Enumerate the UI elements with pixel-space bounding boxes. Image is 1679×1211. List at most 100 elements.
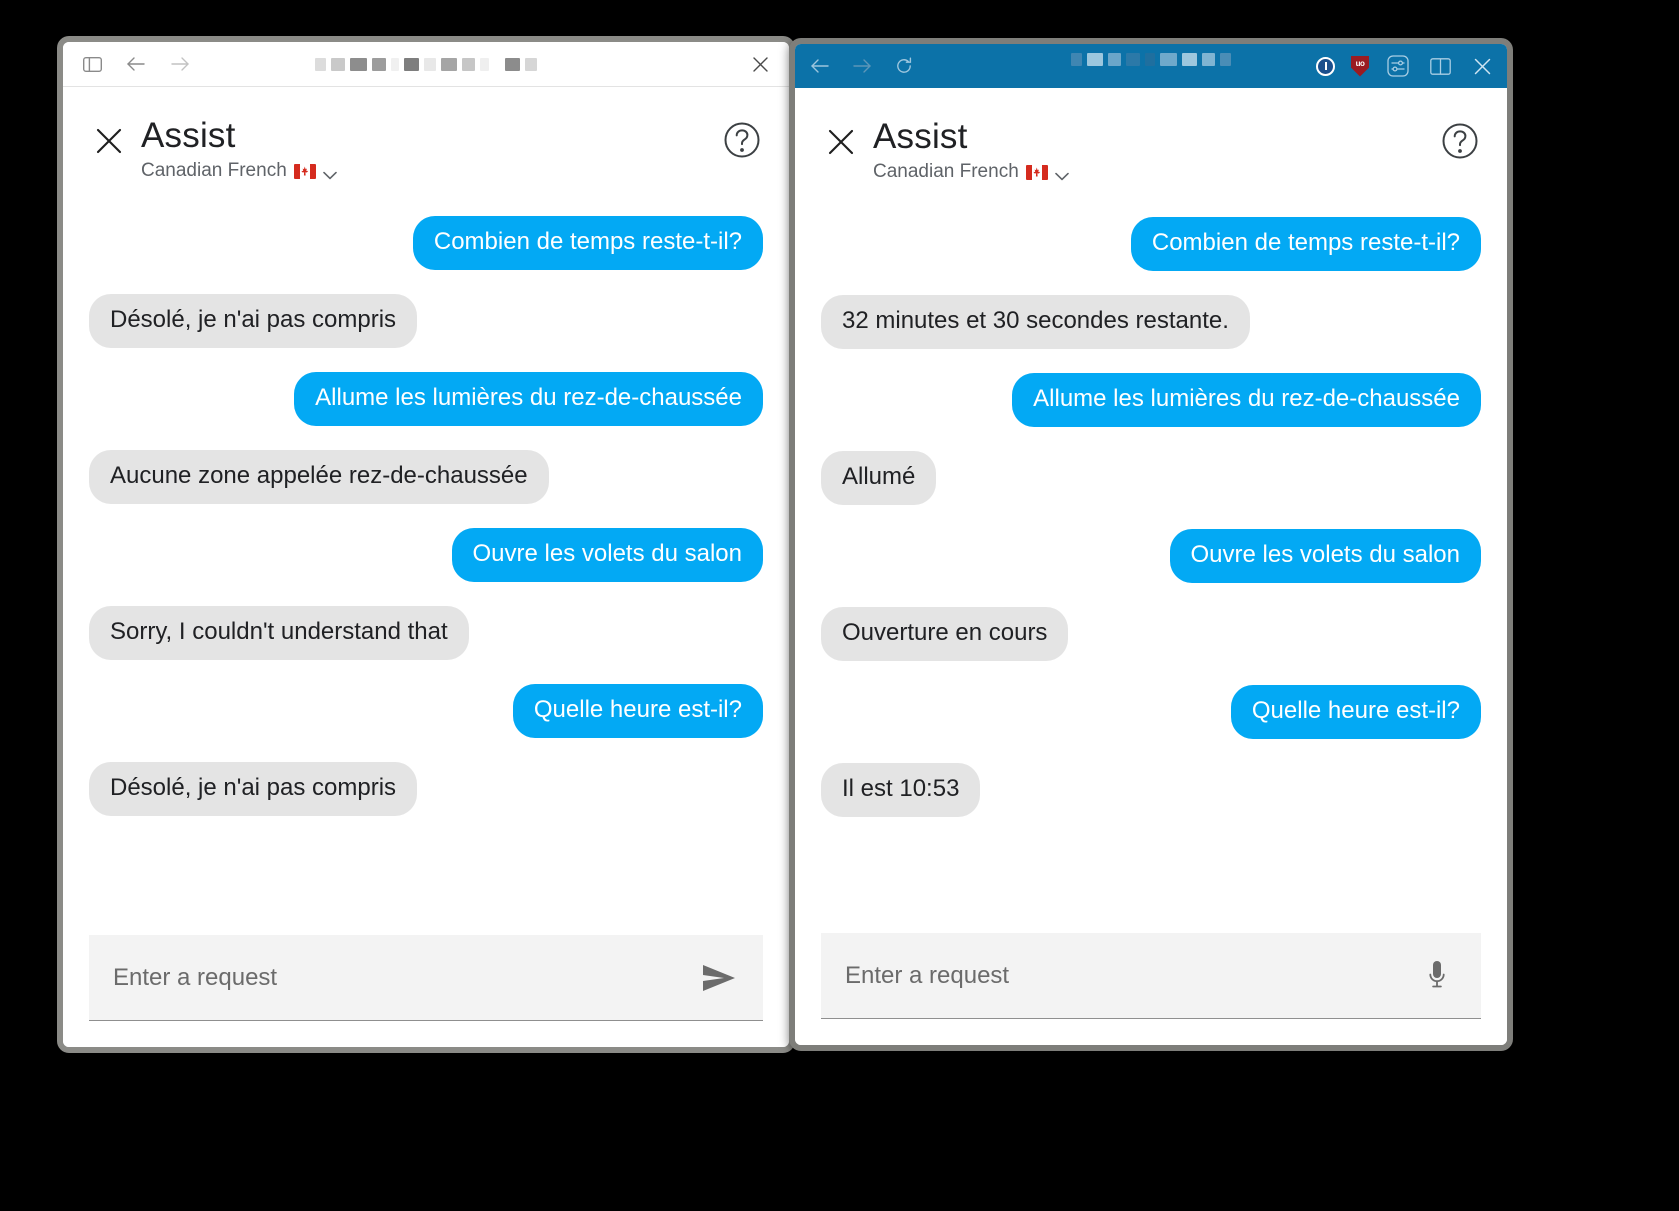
message-row: Quelle heure est-il? bbox=[821, 685, 1481, 739]
message-row: Allumé bbox=[821, 451, 1481, 505]
redaction-block bbox=[1126, 53, 1140, 66]
redaction-block bbox=[1087, 53, 1103, 66]
language-selector[interactable]: Canadian French bbox=[873, 161, 1069, 183]
microphone-icon[interactable] bbox=[1417, 956, 1457, 996]
message-row: Quelle heure est-il? bbox=[89, 684, 763, 738]
request-input-bar[interactable]: Enter a request bbox=[89, 935, 763, 1021]
message-row: Ouverture en cours bbox=[821, 607, 1481, 661]
language-label: Canadian French bbox=[873, 161, 1019, 182]
redaction-block bbox=[462, 57, 475, 71]
message-row: Ouvre les volets du salon bbox=[821, 529, 1481, 583]
redaction-block bbox=[505, 57, 520, 71]
browser-toolbar-left bbox=[63, 42, 789, 87]
redaction-block bbox=[1202, 53, 1215, 66]
user-message-bubble: Combien de temps reste-t-il? bbox=[412, 216, 763, 270]
redaction-block bbox=[480, 57, 489, 71]
help-circle-icon[interactable] bbox=[1439, 120, 1481, 162]
split-view-icon[interactable] bbox=[1427, 53, 1453, 79]
user-message-bubble: Ouvre les volets du salon bbox=[451, 528, 763, 582]
message-row: Désolé, je n'ai pas compris bbox=[89, 762, 763, 816]
redaction-block bbox=[350, 57, 367, 71]
user-message-bubble: Quelle heure est-il? bbox=[1230, 685, 1481, 739]
navigation-controls-right bbox=[807, 53, 917, 79]
message-row: Aucune zone appelée rez-de-chaussée bbox=[89, 450, 763, 504]
message-row: Ouvre les volets du salon bbox=[89, 528, 763, 582]
input-area-right: Enter a request bbox=[795, 933, 1507, 1045]
assistant-message-bubble: Sorry, I couldn't understand that bbox=[89, 606, 469, 660]
assistant-message-bubble: Il est 10:53 bbox=[821, 763, 981, 817]
help-circle-icon[interactable] bbox=[721, 119, 763, 161]
message-row: Allume les lumières du rez-de-chaussée bbox=[821, 373, 1481, 427]
redaction-block bbox=[1145, 53, 1155, 66]
assist-titles-left: Assist Canadian French bbox=[141, 115, 337, 182]
assist-header-left: Assist Canadian French bbox=[63, 87, 789, 182]
search-input[interactable]: Enter a request bbox=[113, 964, 699, 992]
ublock-origin-icon[interactable]: uo bbox=[1351, 55, 1369, 77]
send-icon[interactable] bbox=[699, 958, 739, 998]
search-input[interactable]: Enter a request bbox=[845, 962, 1417, 990]
message-row: 32 minutes et 30 secondes restante. bbox=[821, 295, 1481, 349]
chevron-down-icon[interactable] bbox=[1054, 168, 1069, 180]
page-title: Assist bbox=[141, 116, 236, 155]
conversation-left: Combien de temps reste-t-il? Désolé, je … bbox=[63, 182, 789, 935]
close-icon[interactable] bbox=[747, 51, 773, 77]
desktop-background: Assist Canadian French Combien de temps … bbox=[0, 0, 1679, 1211]
assist-close-icon[interactable] bbox=[89, 121, 129, 161]
canada-flag-icon bbox=[1025, 164, 1048, 180]
extension-settings-icon[interactable] bbox=[1385, 53, 1411, 79]
assistant-message-bubble: Ouverture en cours bbox=[821, 607, 1069, 661]
assist-titles-right: Assist Canadian French bbox=[873, 116, 1069, 183]
redaction-block bbox=[441, 57, 457, 71]
browser-window-right: uo Assist Canadian French Combien de tem… bbox=[789, 38, 1513, 1051]
navigation-controls-left bbox=[79, 51, 193, 77]
request-input-bar[interactable]: Enter a request bbox=[821, 933, 1481, 1019]
user-message-bubble: Quelle heure est-il? bbox=[512, 684, 763, 738]
assistant-message-bubble: 32 minutes et 30 secondes restante. bbox=[821, 295, 1250, 349]
assistant-message-bubble: Désolé, je n'ai pas compris bbox=[89, 294, 418, 348]
redaction-block bbox=[1071, 53, 1082, 66]
close-icon[interactable] bbox=[1469, 53, 1495, 79]
1password-icon[interactable] bbox=[1316, 56, 1335, 76]
back-arrow-icon[interactable] bbox=[807, 53, 833, 79]
redaction-block bbox=[525, 57, 537, 71]
redaction-block bbox=[1220, 53, 1231, 66]
message-row: Sorry, I couldn't understand that bbox=[89, 606, 763, 660]
message-row: Désolé, je n'ai pas compris bbox=[89, 294, 763, 348]
assistant-message-bubble: Allumé bbox=[821, 451, 937, 505]
user-message-bubble: Allume les lumières du rez-de-chaussée bbox=[1012, 373, 1481, 427]
back-arrow-icon[interactable] bbox=[123, 51, 149, 77]
redaction-block bbox=[1160, 53, 1177, 66]
sidebar-toggle-icon[interactable] bbox=[79, 51, 105, 77]
chevron-down-icon[interactable] bbox=[322, 167, 337, 179]
message-row: Il est 10:53 bbox=[821, 763, 1481, 817]
message-row: Allume les lumières du rez-de-chaussée bbox=[89, 372, 763, 426]
toolbar-extensions-right: uo bbox=[1316, 53, 1495, 79]
redaction-block bbox=[404, 57, 419, 71]
redaction-block bbox=[494, 57, 500, 71]
browser-toolbar-right: uo bbox=[795, 44, 1507, 88]
assistant-message-bubble: Aucune zone appelée rez-de-chaussée bbox=[89, 450, 549, 504]
redaction-block bbox=[391, 57, 399, 71]
redaction-block bbox=[1108, 53, 1121, 66]
input-area-left: Enter a request bbox=[63, 935, 789, 1047]
reload-icon[interactable] bbox=[891, 53, 917, 79]
assist-header-right: Assist Canadian French bbox=[795, 88, 1507, 183]
user-message-bubble: Allume les lumières du rez-de-chaussée bbox=[294, 372, 763, 426]
forward-arrow-icon[interactable] bbox=[167, 51, 193, 77]
user-message-bubble: Combien de temps reste-t-il? bbox=[1130, 217, 1481, 271]
redaction-block bbox=[372, 57, 386, 71]
page-title: Assist bbox=[873, 117, 968, 156]
redaction-block bbox=[1182, 53, 1197, 66]
language-selector[interactable]: Canadian French bbox=[141, 160, 337, 182]
message-row: Combien de temps reste-t-il? bbox=[89, 216, 763, 270]
forward-arrow-icon[interactable] bbox=[849, 53, 875, 79]
conversation-right: Combien de temps reste-t-il? 32 minutes … bbox=[795, 183, 1507, 933]
redaction-block bbox=[315, 57, 326, 71]
assist-page-left: Assist Canadian French Combien de temps … bbox=[63, 87, 789, 1047]
assistant-message-bubble: Désolé, je n'ai pas compris bbox=[89, 762, 418, 816]
assist-close-icon[interactable] bbox=[821, 122, 861, 162]
language-label: Canadian French bbox=[141, 160, 287, 181]
message-row: Combien de temps reste-t-il? bbox=[821, 217, 1481, 271]
assist-page-right: Assist Canadian French Combien de temps … bbox=[795, 88, 1507, 1045]
canada-flag-icon bbox=[293, 163, 316, 179]
